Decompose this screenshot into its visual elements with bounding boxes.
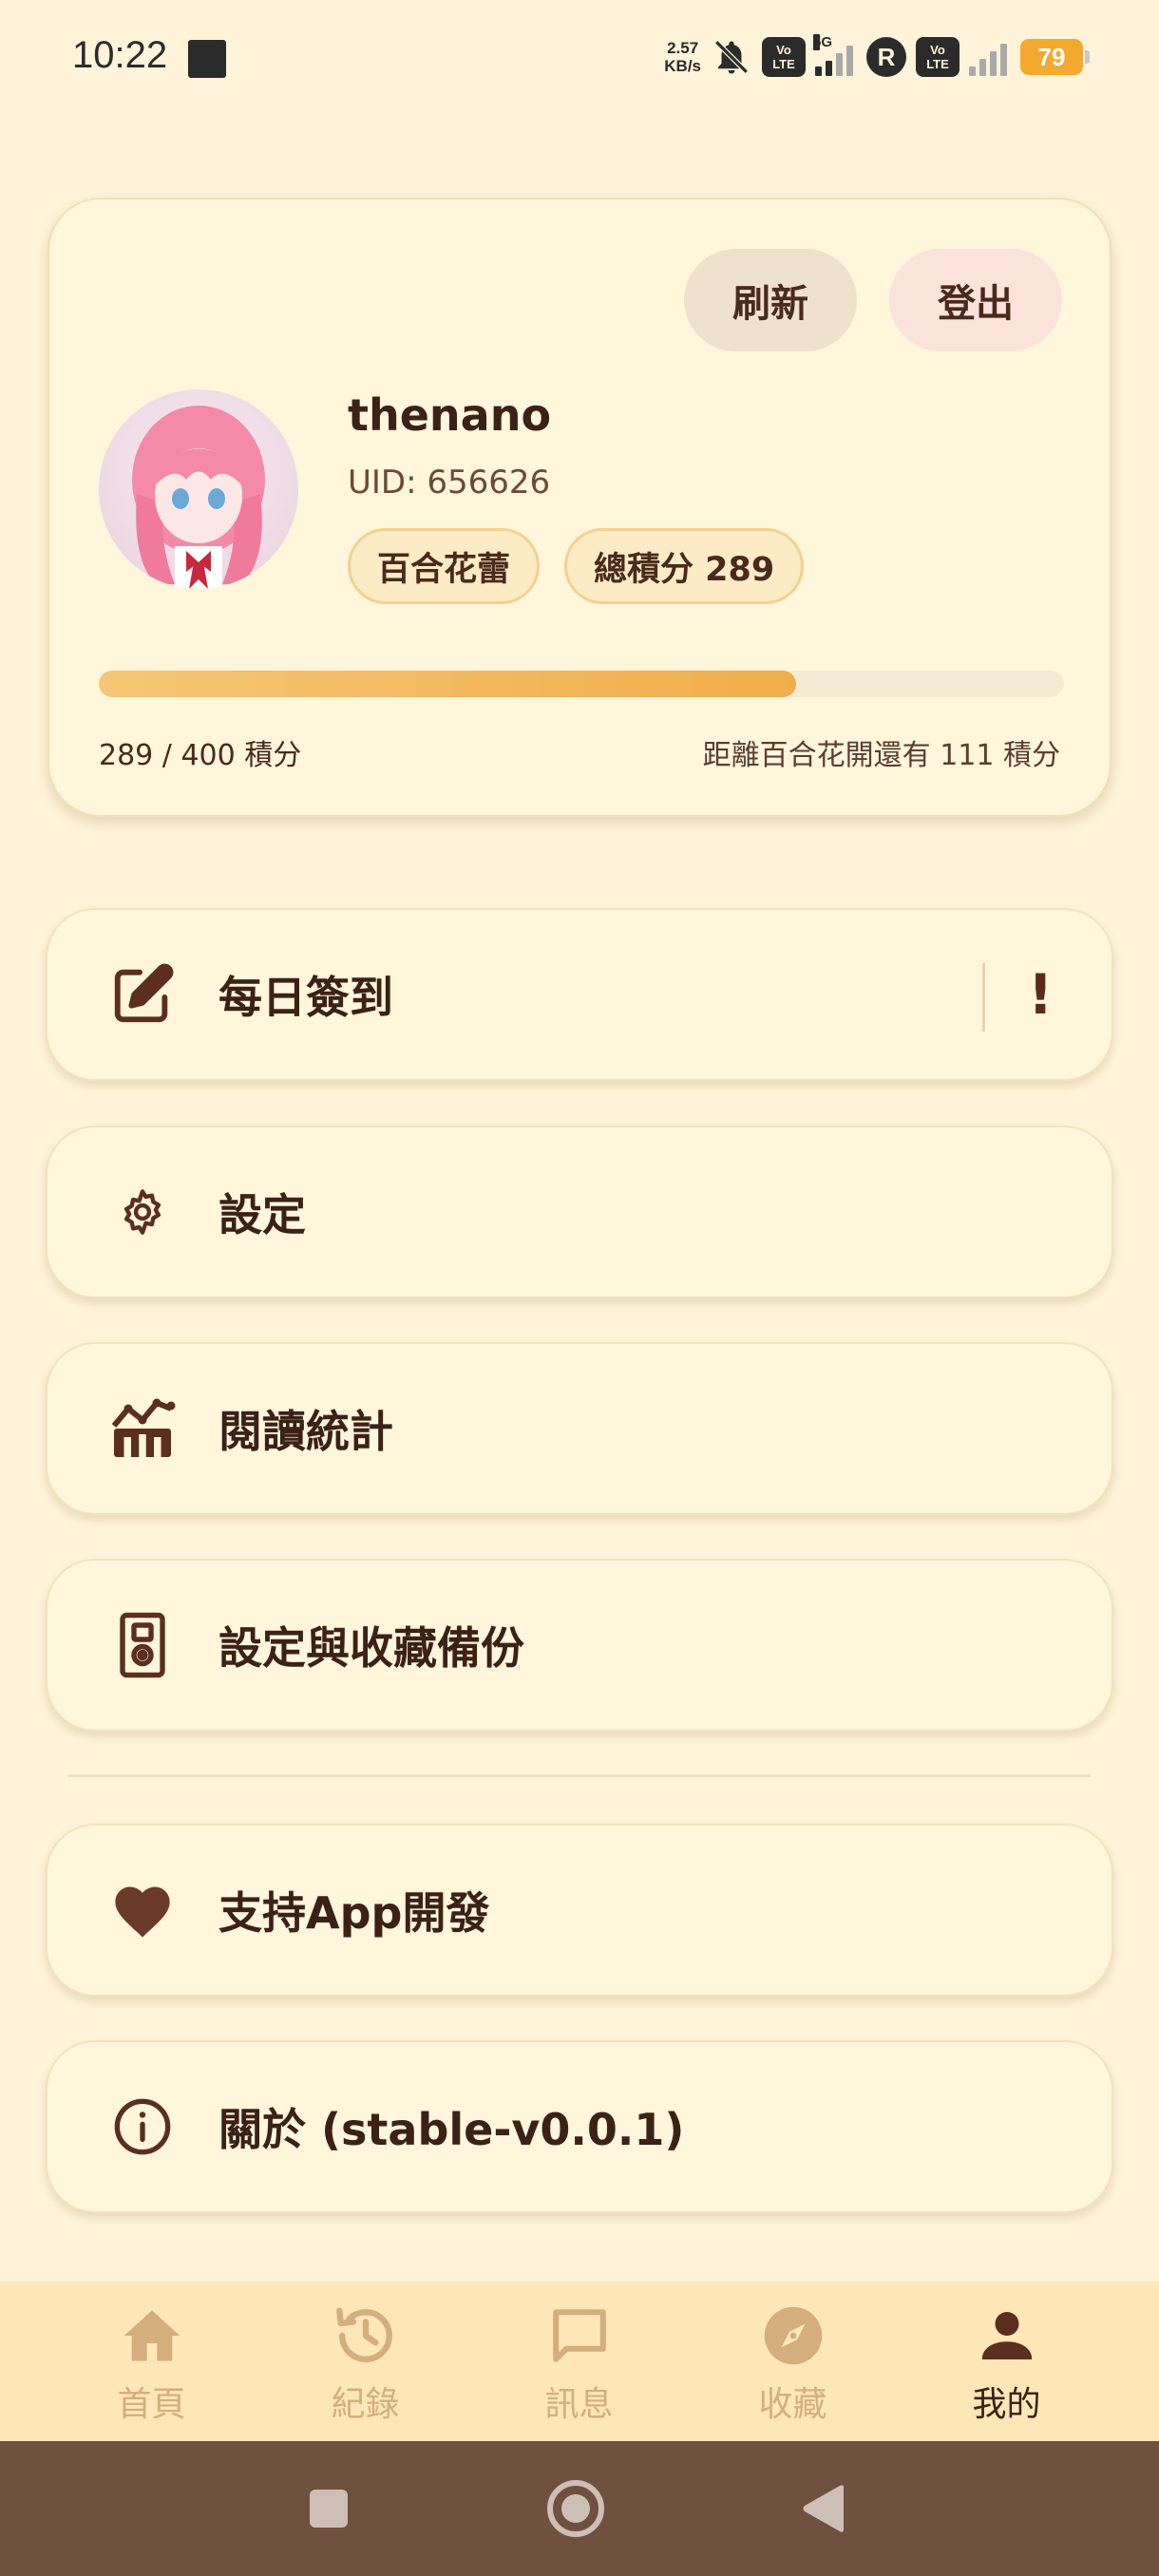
refresh-button[interactable]: 刷新 [684,249,857,351]
home-circle-icon[interactable] [546,2479,605,2538]
logout-button[interactable]: 登出 [889,249,1062,351]
battery-icon: 79 [1020,39,1090,75]
status-bar: 10:22 2.57 KB/s Vo LTE 5G R Vo LTE 79 [0,0,1159,114]
progress-remaining: 距離百合花開還有 111 積分 [702,739,1060,772]
menu-item-about[interactable]: 關於 (stable-v0.0.1) [46,2040,1113,2213]
volte-icon: Vo LTE [762,37,806,77]
points-progress-bar [99,671,1064,697]
backup-device-icon [104,1607,180,1683]
recents-square-icon[interactable] [308,2488,350,2529]
nav-label: 訊息 [544,2385,614,2424]
net-speed: 2.57 KB/s [664,39,701,75]
username: thenano [348,389,552,441]
nav-item-profile[interactable]: 我的 [900,2282,1113,2441]
points-progress-fill [99,671,797,697]
user-uid: UID: 656626 [348,464,551,502]
profile-card: 刷新 登出 thenano UID: 656626 百合花蕾 總積分 289 2… [48,198,1112,817]
roaming-icon: R [866,37,906,77]
heart-icon [104,1872,180,1948]
net-speed-value: 2.57 [667,39,699,57]
history-icon [332,2302,399,2369]
nav-label: 紀錄 [331,2385,400,2424]
status-icons: 2.57 KB/s Vo LTE 5G R Vo LTE 79 [664,30,1090,84]
menu-item-label: 閱讀統計 [218,1406,393,1457]
signal-icon [969,38,1011,76]
avatar[interactable] [99,389,298,589]
gear-icon [104,1174,180,1250]
back-triangle-icon[interactable] [800,2484,846,2533]
points-badge: 總積分 289 [564,528,805,604]
notification-square-icon [188,40,226,78]
bell-muted-icon [711,36,752,78]
signal-5g-icon: 5G [813,34,857,76]
alert-indicator: ! [1028,962,1054,1027]
net-speed-unit: KB/s [664,57,701,75]
status-time: 10:22 [72,34,168,76]
home-icon [119,2302,185,2369]
system-nav-bar [0,2441,1159,2576]
edit-icon [104,957,180,1032]
nav-item-messages[interactable]: 訊息 [472,2282,686,2441]
menu-item-label: 支持App開發 [218,1887,490,1939]
volte-icon-2: Vo LTE [916,37,960,77]
stats-chart-icon [104,1391,180,1467]
menu-item-daily-checkin[interactable]: 每日簽到 ! [46,908,1113,1081]
menu-item-label: 設定 [218,1189,306,1241]
rank-badge: 百合花蕾 [348,528,541,604]
nav-label: 收藏 [758,2385,827,2424]
nav-label: 我的 [972,2385,1041,2424]
menu-item-label: 設定與收藏備份 [218,1622,524,1674]
progress-text: 289 / 400 積分 [99,739,302,772]
message-icon [546,2302,613,2369]
app-screen: 10:22 2.57 KB/s Vo LTE 5G R Vo LTE 79 刷新… [0,0,1159,2576]
section-divider [68,1774,1091,1777]
info-icon [104,2089,180,2165]
person-icon [974,2302,1040,2369]
nav-item-home[interactable]: 首頁 [45,2282,258,2441]
nav-label: 首頁 [117,2385,186,2424]
menu-item-settings[interactable]: 設定 [46,1126,1113,1298]
menu-item-reading-stats[interactable]: 閱讀統計 [46,1342,1113,1515]
menu-divider [982,963,985,1032]
menu-item-label: 關於 (stable-v0.0.1) [218,2104,685,2155]
network-type: 5G [813,34,833,50]
menu-item-support[interactable]: 支持App開發 [46,1824,1113,1997]
bottom-nav: 首頁 紀錄 訊息 收藏 我的 [0,2282,1159,2441]
menu-item-label: 每日簽到 [218,972,393,1023]
menu-item-backup[interactable]: 設定與收藏備份 [46,1559,1113,1732]
compass-icon [760,2302,826,2369]
nav-item-history[interactable]: 紀錄 [258,2282,472,2441]
nav-item-favorites[interactable]: 收藏 [686,2282,900,2441]
battery-level: 79 [1037,42,1066,71]
